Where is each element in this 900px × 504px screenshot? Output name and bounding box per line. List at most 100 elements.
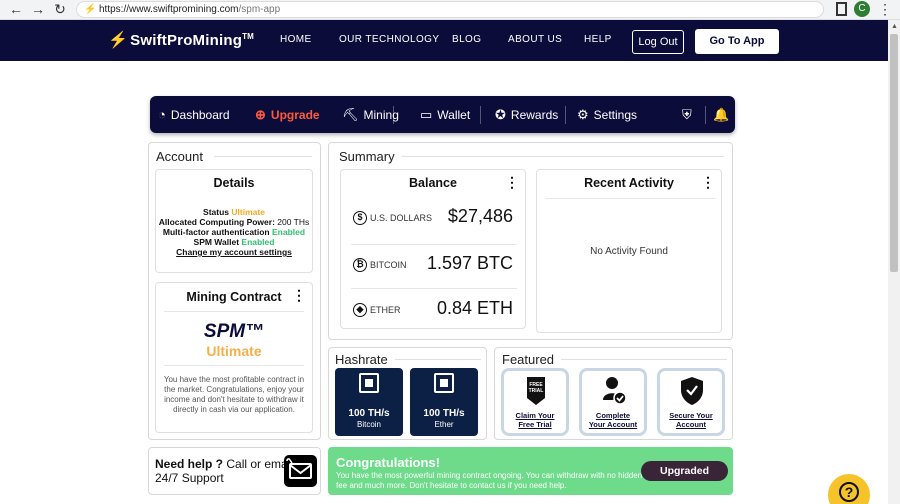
mfa-value: Enabled [272,227,306,237]
svg-text:TRIAL: TRIAL [529,388,544,394]
appnav-settings-label: Settings [593,108,638,122]
nav-home[interactable]: HOME [280,34,312,45]
appnav-wallet[interactable]: ▭ Wallet [420,96,470,133]
appnav-upgrade-label: Upgrade [270,108,320,122]
go-to-app-button[interactable]: Go To App [695,29,779,54]
nav-technology[interactable]: OUR TECHNOLOGY [339,34,439,45]
appnav-dashboard[interactable]: ◔ Dashboard [158,96,230,133]
congrats-title: Congratulations! [336,455,440,470]
power-line: Allocated Computing Power: 200 THs [158,217,310,227]
free-trial-label: Claim Your Free Trial [504,411,566,429]
complete-account-tile[interactable]: Complete Your Account [579,368,647,436]
hashrate-tile-bitcoin[interactable]: 100 TH/s Bitcoin [335,368,403,436]
envelope-phone-icon [286,458,312,479]
app-nav: ◔ Dashboard ⊕ Upgrade ⛏ Mining ▭ Wallet ✪ Rew… [150,96,735,133]
wallet-icon: ▭ [420,107,433,122]
card-divider [164,365,304,366]
activity-menu-icon[interactable]: ⋮ [701,175,715,189]
balance-menu-icon[interactable]: ⋮ [505,175,519,189]
title-divider [214,156,312,157]
dollar-icon: $ [353,211,367,225]
reload-icon[interactable]: ↻ [52,1,68,18]
help-fab-button[interactable]: ? [828,474,870,504]
wallet-value: Enabled [241,237,275,247]
hashrate-value: 100 TH/s [423,408,465,419]
question-icon: ? [839,482,859,502]
complete-account-line2: Your Account [588,420,638,429]
hashrate-name: Ether [434,420,454,429]
gear-icon: ⚙ [577,107,589,122]
status-label: Status [203,207,230,217]
appnav-settings[interactable]: ⚙ Settings [577,96,637,133]
hashrate-tile-ether[interactable]: 100 TH/s Ether [410,368,478,436]
balance-row-usd: $ U.S. DOLLARS $27,486 [341,196,525,240]
contract-tier: Ultimate [206,343,262,359]
contract-menu-icon[interactable]: ⋮ [292,288,306,302]
nav-divider [480,106,481,124]
contract-title: Mining Contract [186,290,282,304]
nav-about[interactable]: ABOUT US [508,34,562,45]
nav-divider [705,106,706,124]
browser-toolbar: ← → ↻ ⚡ https://www.swiftpromining.com/s… [0,0,900,20]
secure-account-line1: Secure Your [669,411,713,420]
appnav-rewards-label: Rewards [510,108,559,122]
back-arrow-icon[interactable]: ← [8,1,24,18]
pickaxe-icon: ⛏ [342,107,359,122]
hashrate-title: Hashrate [335,352,388,367]
congrats-body: You have the most powerful mining contra… [336,471,643,490]
details-card: Details Status Ultimate Allocated Comput… [155,169,313,273]
balance-amount: $27,486 [447,206,513,226]
appnav-upgrade[interactable]: ⊕ Upgrade [255,96,320,133]
scrollbar-thumb[interactable] [890,34,898,272]
url-host: https://www.swiftpromining.com [99,4,239,15]
balance-title: Balance [409,176,457,190]
address-bar[interactable]: ⚡ https://www.swiftpromining.com/spm-app [76,1,824,18]
nav-help[interactable]: HELP [584,34,612,45]
free-trial-tile[interactable]: FREE TRIAL Claim Your Free Trial [501,368,569,436]
free-trial-line1: Claim Your [515,411,555,420]
chip-icon [434,373,454,393]
logout-button[interactable]: Log Out [632,30,684,54]
account-settings-link[interactable]: Change my account settings [156,247,312,257]
shield-icon: ⛨ [682,107,692,122]
user-check-icon [603,377,626,405]
featured-title: Featured [502,352,555,367]
status-line: Status Ultimate [156,207,312,217]
account-title: Account [156,149,203,164]
nav-blog[interactable]: BLOG [452,34,481,45]
congrats-banner: Congratulations! You have the most power… [328,447,733,495]
logo-text: SwiftProMining [130,32,243,49]
contract-description: You have the most profitable contract in… [163,375,305,414]
site-logo[interactable]: ⚡ SwiftProMiningTM [108,30,254,50]
summary-title: Summary [339,149,395,164]
browser-menu-icon[interactable]: ⋮ [878,0,892,19]
title-divider [561,359,727,360]
shield-button[interactable]: ⛨ [682,96,697,133]
bolt-icon: ⚡ [108,32,129,49]
scroll-up-icon[interactable]: ▲ [891,23,898,30]
card-divider [545,198,715,199]
notifications-button[interactable]: 🔔 [713,96,734,133]
title-divider [395,359,481,360]
extension-icon[interactable] [836,2,847,16]
mail-button[interactable] [284,455,317,487]
secure-account-tile[interactable]: Secure Your Account [657,368,725,436]
page-scrollbar[interactable]: ▲ [888,20,900,504]
free-trial-badge-icon: FREE TRIAL [527,377,545,405]
ether-icon: ◆ [353,303,367,317]
appnav-mining[interactable]: ⛏ Mining [342,96,399,133]
profile-avatar[interactable]: C [854,1,870,17]
currency-label: U.S. DOLLARS [370,213,433,223]
bell-icon: 🔔 [713,107,730,122]
help-bold: Need help ? [155,457,224,471]
wallet-line: SPM Wallet Enabled [156,237,312,247]
details-title: Details [213,176,255,190]
summary-panel: Summary Balance ⋮ $ U.S. DOLLARS $27,486… [328,142,733,340]
appnav-mining-label: Mining [363,108,399,122]
appnav-dashboard-label: Dashboard [170,108,230,122]
appnav-rewards[interactable]: ✪ Rewards [495,96,558,133]
logo-tm: TM [242,32,255,41]
forward-arrow-icon[interactable]: → [30,1,46,18]
secure-account-line2: Account [676,420,706,429]
upgraded-button[interactable]: Upgraded [641,461,728,481]
